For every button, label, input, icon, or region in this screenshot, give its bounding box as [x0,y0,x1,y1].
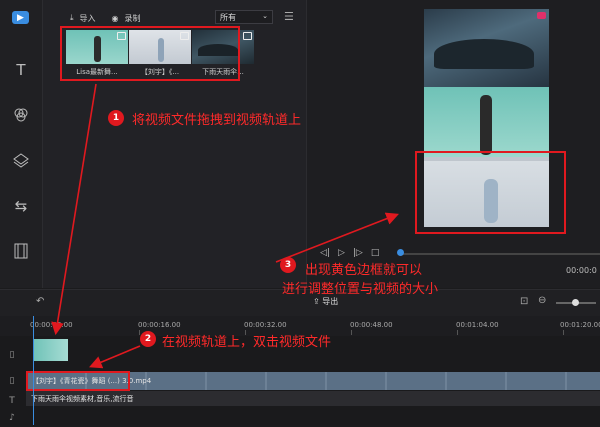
step2-note: 在视频轨道上，双击视频文件 [162,335,332,350]
annotation-arrows [51,83,399,369]
step3-note-line2: 进行调整位置与视频的大小 [282,282,439,297]
step1-note: 将视频文件拖拽到视频轨道上 [132,113,302,128]
step-badge: 2 [140,331,156,347]
arrow-step2 [89,345,141,369]
arrow-step3 [275,212,399,263]
step-badge: 3 [280,257,296,273]
step-badge: 1 [108,110,124,126]
arrow-step1 [51,83,97,336]
step3-note-line1: 出现黄色边框就可以 [305,263,423,278]
